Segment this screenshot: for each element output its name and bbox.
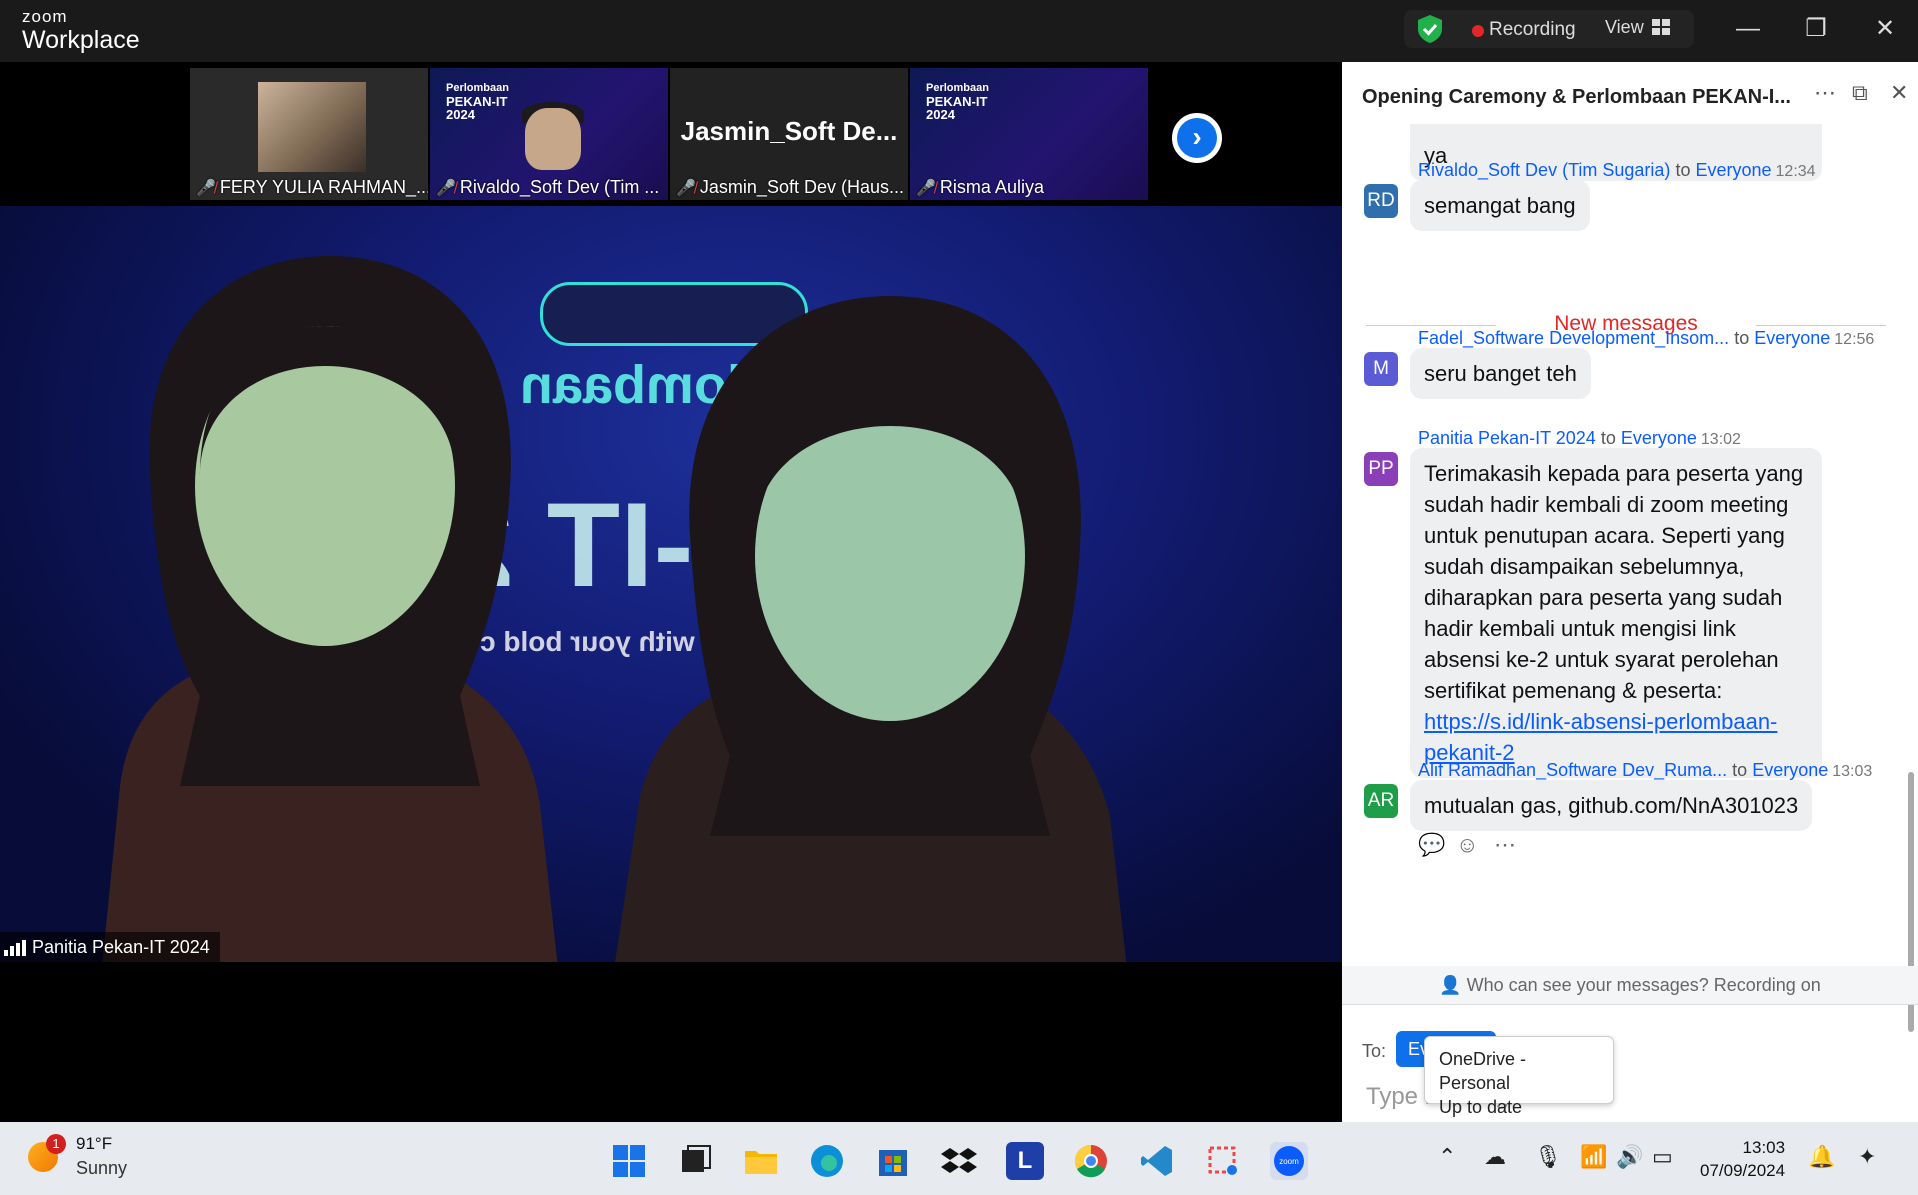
recording-dot-icon	[1472, 25, 1484, 37]
participant-name: Risma Auliya	[939, 177, 1044, 197]
snipping-tool-icon[interactable]	[1204, 1142, 1242, 1180]
mic-muted-icon: 🎤̸	[916, 180, 936, 197]
message-sender: Panitia Pekan-IT 2024 to Everyone 13:02	[1418, 428, 1741, 448]
avatar[interactable]: RD	[1364, 184, 1398, 218]
participant-video	[525, 108, 581, 170]
clock-date: 07/09/2024	[1700, 1161, 1786, 1180]
speaker-person-right	[615, 296, 1127, 962]
title-bar: zoom Workplace Recording View — ❐ ✕	[0, 0, 1918, 62]
brand-small: zoom	[22, 7, 68, 26]
chevron-right-icon: ›	[1177, 118, 1217, 158]
l-app-icon[interactable]: L	[1006, 1142, 1044, 1180]
active-speaker-video: Perlombaan AN-IT 20 ation with your bold…	[0, 206, 1342, 962]
reply-thread-icon[interactable]: 💬	[1418, 832, 1445, 858]
brand-name: Workplace	[22, 26, 140, 54]
message-sender: Fadel_Software Development_Insom... to E…	[1418, 328, 1875, 348]
avatar[interactable]: PP	[1364, 452, 1398, 486]
message-bubble: mutualan gas, github.com/NnA301023	[1410, 780, 1813, 831]
onedrive-cloud-icon[interactable]: ☁	[1484, 1144, 1506, 1170]
chevron-up-icon[interactable]: ⌃	[1438, 1144, 1456, 1170]
close-chat-icon[interactable]: ✕	[1890, 80, 1908, 106]
notification-badge: 1	[46, 1134, 66, 1154]
notification-bell-icon[interactable]: 🔔	[1808, 1144, 1835, 1170]
participant-name: FERY YULIA RAHMAN_...	[219, 177, 428, 197]
participant-video	[258, 82, 366, 172]
avatar[interactable]: AR	[1364, 784, 1398, 818]
message-bubble: seru banget teh	[1410, 348, 1591, 399]
microsoft-store-icon[interactable]	[874, 1142, 912, 1180]
wifi-icon[interactable]: 📶	[1580, 1144, 1607, 1170]
edge-browser-icon[interactable]	[808, 1142, 846, 1180]
participant-tile[interactable]: Perlombaan PEKAN-IT 2024 🎤̸ Risma Auliya	[910, 68, 1148, 200]
participant-tile[interactable]: Jasmin_Soft De... 🎤̸ Jasmin_Soft Dev (Hau…	[670, 68, 908, 200]
participant-name: Rivaldo_Soft Dev (Tim ...	[459, 177, 660, 197]
speaker-person-left	[102, 256, 558, 962]
mic-muted-icon: 🎤̸	[196, 180, 216, 197]
microphone-icon[interactable]: 🎙	[1534, 1144, 1562, 1170]
vscode-icon[interactable]	[1138, 1142, 1176, 1180]
view-button[interactable]: View	[1605, 17, 1644, 38]
to-label: To:	[1362, 1041, 1387, 1061]
task-view-icon[interactable]	[676, 1142, 714, 1180]
zoom-app-icon[interactable]: zoom	[1270, 1142, 1308, 1180]
zoom-logo: zoom Workplace	[22, 7, 140, 55]
participant-strip: 🎤̸ FERY YULIA RAHMAN_... Perlombaan PEKAN-…	[190, 68, 1150, 202]
weather-condition: Sunny	[76, 1158, 128, 1178]
windows-start-icon[interactable]	[610, 1142, 648, 1180]
next-page-button[interactable]: ›	[1172, 113, 1222, 163]
mic-muted-icon: 🎤̸	[436, 180, 456, 197]
temperature: 91°F	[76, 1134, 113, 1153]
more-actions-icon[interactable]: ⋯	[1494, 832, 1516, 858]
participant-name-large: Jasmin_Soft De...	[680, 116, 898, 146]
security-shield-icon[interactable]	[1416, 14, 1444, 44]
restore-button[interactable]: ❐	[1794, 10, 1838, 48]
mic-muted-icon: 🎤̸	[676, 180, 696, 197]
chrome-browser-icon[interactable]	[1072, 1142, 1110, 1180]
slide-title-mini: Perlombaan PEKAN-IT 2024	[926, 82, 989, 122]
volume-icon[interactable]: 🔊	[1616, 1144, 1643, 1170]
message-sender: Alif Ramadhan_Software Dev_Ruma... to Ev…	[1418, 760, 1873, 780]
onedrive-tooltip: OneDrive - Personal Up to date	[1424, 1036, 1614, 1117]
popout-icon[interactable]: ⧉	[1852, 80, 1868, 106]
clock-time: 13:03	[1742, 1138, 1786, 1157]
user-lock-icon: 👤	[1439, 975, 1462, 995]
close-window-button[interactable]: ✕	[1863, 10, 1907, 48]
view-grid-icon[interactable]	[1652, 19, 1670, 35]
chat-messages[interactable]: ya Rivaldo_Soft Dev (Tim Sugaria) to Eve…	[1342, 124, 1918, 966]
battery-icon[interactable]: ▭	[1652, 1144, 1673, 1170]
minimize-button[interactable]: —	[1726, 10, 1770, 48]
attendance-link[interactable]: https://s.id/link-absensi-perlombaan-pek…	[1424, 709, 1777, 765]
message-bubble: Terimakasih kepada para peserta yang sud…	[1410, 448, 1822, 778]
participant-tile[interactable]: 🎤̸ FERY YULIA RAHMAN_...	[190, 68, 428, 200]
windows-taskbar: 1 91°F Sunny L zoom ⌃ ☁ 🎙 📶 🔊 ▭ 13:03 07…	[0, 1122, 1918, 1195]
svg-text:zoom: zoom	[1279, 1157, 1299, 1166]
chat-title: Opening Caremony & Perlombaan PEKAN-I...	[1362, 86, 1791, 108]
speaker-name: Panitia Pekan-IT 2024	[32, 937, 210, 957]
participant-tile[interactable]: Perlombaan PEKAN-IT 2024 🎤̸ Rivaldo_Soft De…	[430, 68, 668, 200]
participant-name: Jasmin_Soft Dev (Haus...	[699, 177, 904, 197]
avatar[interactable]: M	[1364, 352, 1398, 386]
file-explorer-icon[interactable]	[742, 1142, 780, 1180]
recording-label[interactable]: Recording	[1489, 19, 1576, 41]
add-reaction-icon[interactable]: ☺	[1456, 832, 1478, 858]
message-bubble: semangat bang	[1410, 180, 1590, 231]
privacy-note[interactable]: 👤 Who can see your messages? Recording o…	[1342, 966, 1918, 1004]
signal-bars-icon	[4, 940, 26, 957]
chat-panel: Opening Caremony & Perlombaan PEKAN-I...…	[1342, 62, 1918, 1122]
system-clock[interactable]: 13:03 07/09/2024	[1700, 1136, 1785, 1182]
message-sender: Rivaldo_Soft Dev (Tim Sugaria) to Everyo…	[1418, 160, 1816, 180]
chat-header: Opening Caremony & Perlombaan PEKAN-I...…	[1342, 62, 1918, 124]
copilot-icon[interactable]: ✦	[1858, 1144, 1876, 1170]
speaker-name-label: Panitia Pekan-IT 2024	[0, 932, 220, 962]
slide-title-mini: Perlombaan PEKAN-IT 2024	[446, 82, 509, 122]
more-options-icon[interactable]: ⋯	[1814, 80, 1836, 106]
dropbox-icon[interactable]	[940, 1142, 978, 1180]
